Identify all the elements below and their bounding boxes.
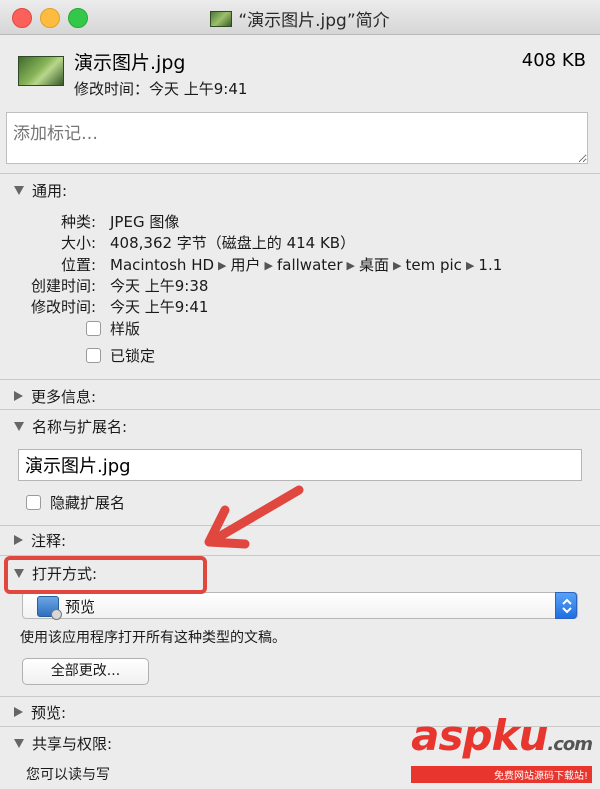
disclosure-down-icon[interactable]: [14, 186, 24, 195]
size-label: 大小:: [60, 234, 96, 252]
locked-checkbox[interactable]: [86, 348, 101, 363]
window-title-wrap: “演示图片.jpg”简介: [0, 6, 600, 31]
name-field[interactable]: [18, 449, 582, 481]
path-arrow-icon: ▶: [264, 259, 273, 272]
file-size: 408 KB: [521, 50, 586, 71]
watermark-ku: ku: [491, 711, 549, 760]
up-down-chevron-icon: [562, 598, 572, 614]
preview-app-icon: [37, 596, 62, 620]
watermark-asp: asp: [411, 711, 492, 760]
open-with-app-name: 预览: [65, 598, 96, 616]
path-item: tem pic: [405, 256, 462, 274]
tags-input[interactable]: [6, 112, 588, 164]
open-with-note: 使用该应用程序打开所有这种类型的文稿。: [20, 630, 286, 646]
section-preview-label: 预览:: [31, 704, 67, 722]
kind-label: 种类:: [60, 213, 96, 231]
section-general-header[interactable]: 通用:: [14, 180, 67, 202]
disclosure-right-icon[interactable]: [14, 391, 23, 401]
select-stepper-icon[interactable]: [555, 592, 577, 619]
section-sharing-label: 共享与权限:: [32, 735, 113, 753]
path-item: Macintosh HD: [110, 256, 215, 274]
section-general-label: 通用:: [32, 182, 68, 200]
title-bar[interactable]: “演示图片.jpg”简介: [0, 0, 600, 35]
section-more-info-label: 更多信息:: [31, 388, 97, 406]
path-item: 用户: [230, 256, 261, 274]
file-name: 演示图片.jpg: [74, 52, 186, 74]
image-thumbnail-icon: [210, 11, 233, 27]
path-breadcrumb: Macintosh HD ▶ 用户 ▶ fallwater ▶ 桌面 ▶ tem pic ▶ 1.1: [110, 254, 502, 275]
window-title: “演示图片.jpg”简介: [238, 11, 390, 31]
watermark-com: .com: [547, 734, 593, 755]
permission-text: 您可以读与写: [26, 767, 110, 783]
path-item: fallwater: [277, 256, 343, 274]
where-label: 位置:: [60, 256, 96, 274]
info-window: “演示图片.jpg”简介 演示图片.jpg 408 KB 修改时间：今天 上午9…: [0, 0, 600, 789]
stationery-label: 样版: [110, 320, 141, 338]
section-comments-header[interactable]: 注释:: [14, 530, 66, 552]
section-comments-label: 注释:: [31, 532, 67, 550]
created-label: 创建时间:: [30, 277, 96, 295]
disclosure-right-icon[interactable]: [14, 707, 23, 717]
disclosure-down-icon[interactable]: [14, 739, 24, 748]
divider: [0, 409, 600, 410]
divider: [0, 379, 600, 380]
modified-value: 今天 上午9:41: [110, 298, 209, 316]
section-more-info-header[interactable]: 更多信息:: [14, 386, 96, 408]
watermark-logo: aspku.com 免费网站源码下载站!: [411, 715, 593, 783]
annotation-highlight-box: [4, 556, 207, 594]
kind-value: JPEG 图像: [110, 213, 180, 231]
divider: [0, 173, 600, 174]
watermark-subtitle: 免费网站源码下载站!: [411, 766, 592, 783]
modified-label: 修改时间:: [30, 298, 96, 316]
change-all-button[interactable]: 全部更改...: [22, 658, 149, 685]
stationery-checkbox[interactable]: [86, 321, 101, 336]
hide-extension-label: 隐藏扩展名: [50, 494, 126, 512]
disclosure-right-icon[interactable]: [14, 535, 23, 545]
section-name-ext-label: 名称与扩展名:: [32, 418, 128, 436]
path-arrow-icon: ▶: [346, 259, 356, 272]
watermark-logo-text: aspku.com: [411, 715, 593, 766]
path-item: 桌面: [359, 256, 390, 274]
section-preview-header[interactable]: 预览:: [14, 702, 66, 724]
file-thumbnail-icon: [18, 56, 64, 86]
size-value: 408,362 字节（磁盘上的 414 KB）: [110, 234, 356, 252]
section-sharing-header[interactable]: 共享与权限:: [14, 733, 112, 755]
open-with-select[interactable]: 预览: [22, 592, 578, 620]
path-arrow-icon: ▶: [218, 259, 227, 272]
disclosure-down-icon[interactable]: [14, 422, 24, 431]
file-modified-date: 修改时间：今天 上午9:41: [74, 80, 248, 98]
annotation-arrow-icon: [204, 485, 304, 549]
hide-extension-checkbox[interactable]: [26, 495, 41, 510]
locked-label: 已锁定: [110, 347, 156, 365]
section-name-ext-header[interactable]: 名称与扩展名:: [14, 416, 127, 438]
path-arrow-icon: ▶: [393, 259, 402, 272]
path-arrow-icon: ▶: [465, 259, 475, 272]
created-value: 今天 上午9:38: [110, 277, 209, 295]
path-item: 1.1: [478, 256, 503, 274]
divider: [0, 696, 600, 697]
